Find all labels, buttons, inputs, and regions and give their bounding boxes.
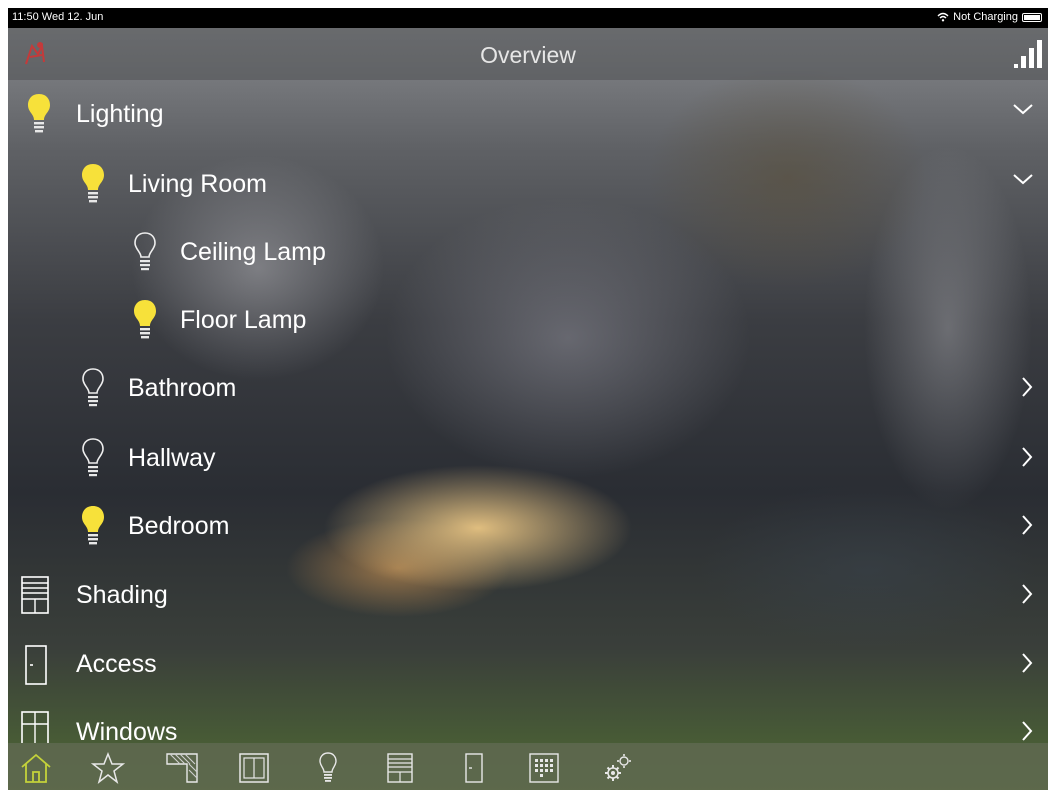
chevron-right-icon[interactable] xyxy=(1020,583,1034,605)
list-item-label: Bedroom xyxy=(128,512,230,540)
list-item-label: Windows xyxy=(76,718,178,743)
list-item-bedroom[interactable]: Bedroom xyxy=(8,492,1048,560)
status-date: Wed 12. Jun xyxy=(41,11,104,23)
bulb-on-icon xyxy=(28,94,50,133)
list-item-label: Shading xyxy=(76,581,168,609)
home-icon xyxy=(21,753,51,783)
window-icon xyxy=(239,753,269,783)
bulb-on-icon xyxy=(82,506,104,545)
settings-gear-icon xyxy=(605,754,631,781)
status-right: Not Charging xyxy=(937,11,1042,23)
bulb-off-icon xyxy=(82,438,104,477)
chevron-right-icon[interactable] xyxy=(1020,720,1034,742)
battery-icon xyxy=(1022,12,1042,22)
chevron-right-icon[interactable] xyxy=(1020,376,1034,398)
list-item-label: Bathroom xyxy=(128,374,237,402)
bulb-on-icon xyxy=(134,300,156,339)
blinds-icon xyxy=(166,753,198,783)
tab-blinds[interactable] xyxy=(162,751,202,785)
list-item-windows[interactable]: Windows xyxy=(8,698,1048,743)
list-item-label: Lighting xyxy=(76,100,164,128)
list-item-ceiling-lamp[interactable]: Ceiling Lamp xyxy=(8,218,1048,286)
status-bar: 11:50 Wed 12. Jun Not Charging xyxy=(8,8,1048,28)
tab-favorites[interactable] xyxy=(88,751,128,785)
signal-strength-icon[interactable] xyxy=(1012,38,1042,70)
list-item-bathroom[interactable]: Bathroom xyxy=(8,354,1048,422)
chevron-right-icon[interactable] xyxy=(1020,514,1034,536)
list-item-label: Floor Lamp xyxy=(180,306,307,334)
tab-settings[interactable] xyxy=(598,751,638,785)
page-title: Overview xyxy=(480,42,576,68)
door-icon xyxy=(465,753,483,783)
tab-lighting[interactable] xyxy=(308,751,348,785)
bulb-off-icon xyxy=(82,368,104,407)
list-item-label: Living Room xyxy=(128,170,267,198)
list-item-living-room[interactable]: Living Room xyxy=(8,150,1048,218)
window-icon xyxy=(21,711,49,743)
charging-status: Not Charging xyxy=(953,11,1018,23)
list-item-floor-lamp[interactable]: Floor Lamp xyxy=(8,286,1048,354)
tab-windows[interactable] xyxy=(234,751,274,785)
list-item-hallway[interactable]: Hallway xyxy=(8,424,1048,492)
chevron-down-icon[interactable] xyxy=(1012,172,1034,186)
status-time: 11:50 xyxy=(12,11,39,23)
status-time-date: 11:50 Wed 12. Jun xyxy=(12,11,103,23)
shading-icon xyxy=(387,753,413,783)
tab-access[interactable] xyxy=(454,751,494,785)
list-item-label: Hallway xyxy=(128,444,216,472)
app-screen: 11:50 Wed 12. Jun Not Charging Overview xyxy=(8,8,1048,790)
favorites-star-icon xyxy=(91,752,125,784)
navigation-bar: Overview xyxy=(8,28,1048,80)
wifi-icon xyxy=(937,12,949,22)
list-item-shading[interactable]: Shading xyxy=(8,561,1048,629)
list-item-lighting[interactable]: Lighting xyxy=(8,80,1048,148)
list-item-label: Access xyxy=(76,650,157,678)
chevron-down-icon[interactable] xyxy=(1012,102,1034,116)
tab-shading[interactable] xyxy=(380,751,420,785)
shading-icon xyxy=(21,576,49,614)
door-icon xyxy=(25,645,47,685)
keypad-icon xyxy=(529,753,559,783)
chevron-right-icon[interactable] xyxy=(1020,446,1034,468)
bulb-off-icon xyxy=(134,232,156,271)
bulb-on-icon xyxy=(82,164,104,203)
lighting-bulb-icon xyxy=(319,752,337,782)
chevron-right-icon[interactable] xyxy=(1020,652,1034,674)
tab-keypad[interactable] xyxy=(524,751,564,785)
list-item-label: Ceiling Lamp xyxy=(180,238,326,266)
tab-home[interactable] xyxy=(16,751,56,785)
tab-bar xyxy=(8,743,1048,790)
list-item-access[interactable]: Access xyxy=(8,630,1048,698)
